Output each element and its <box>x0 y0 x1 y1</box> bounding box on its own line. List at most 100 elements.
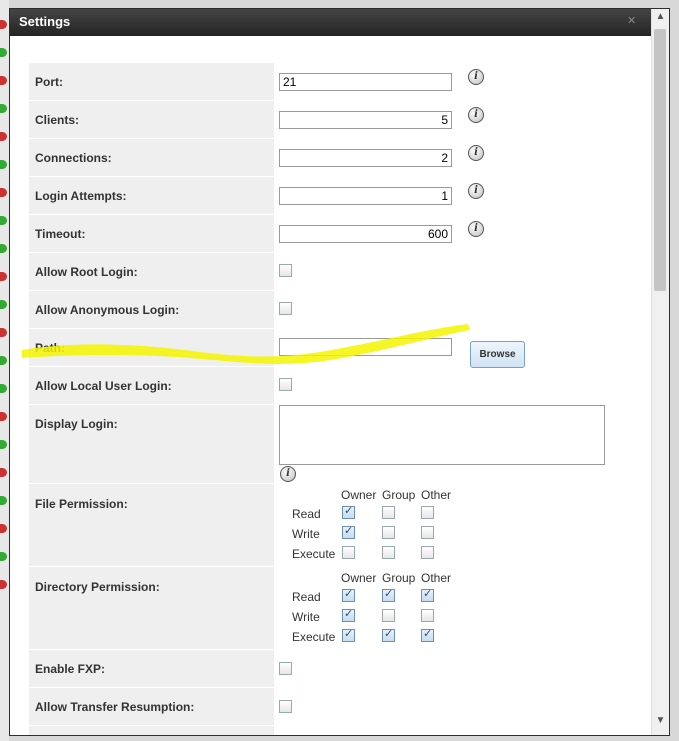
status-dot-icon <box>0 552 7 561</box>
scroll-up-icon[interactable]: ▲ <box>652 11 669 25</box>
status-dot-icon <box>0 20 7 29</box>
status-dot-icon <box>0 356 7 365</box>
file-permission-row: File Permission: <box>29 484 274 567</box>
status-dot-icon <box>0 48 7 57</box>
dir-write-owner-checkbox[interactable] <box>342 607 355 622</box>
status-dot-icon <box>0 328 7 337</box>
allow-transfer-resumption-row: Allow Transfer Resumption: <box>29 688 274 726</box>
dialog-title: Settings <box>19 14 71 29</box>
background-page-strip <box>0 0 9 741</box>
allow-local-user-login-row: Allow Local User Login: <box>29 367 274 405</box>
timeout-row: Timeout: <box>29 215 274 253</box>
file-write-owner-checkbox[interactable] <box>342 524 355 539</box>
enable-fxp-checkbox[interactable] <box>279 662 292 675</box>
dialog-titlebar[interactable]: Settings ✕ <box>10 9 669 36</box>
vertical-scrollbar[interactable]: ▲ ▼ <box>651 9 669 735</box>
path-row: Path: <box>29 329 274 367</box>
file-read-group-checkbox[interactable] <box>382 506 395 519</box>
dir-perm-execute-label: Execute <box>292 630 336 644</box>
allow-local-user-login-checkbox[interactable] <box>279 378 292 391</box>
display-login-label: Display Login: <box>35 417 118 431</box>
status-dot-icon <box>0 468 7 477</box>
status-dot-icon <box>0 104 7 113</box>
dir-execute-other-checkbox[interactable] <box>421 627 434 642</box>
clients-label: Clients: <box>35 113 80 127</box>
file-perm-execute-label: Execute <box>292 547 336 561</box>
login-attempts-input[interactable]: 1 <box>279 187 452 205</box>
allow-anonymous-login-row: Allow Anonymous Login: <box>29 291 274 329</box>
status-dot-icon <box>0 496 7 505</box>
timeout-label: Timeout: <box>35 227 86 241</box>
perm-col-owner: Owner <box>341 571 377 585</box>
status-dot-icon <box>0 300 7 309</box>
enable-fxp-row: Enable FXP: <box>29 650 274 688</box>
timeout-input[interactable]: 600 <box>279 225 452 243</box>
allow-local-user-login-label: Allow Local User Login: <box>35 379 172 393</box>
dir-read-other-checkbox[interactable] <box>421 587 434 602</box>
settings-dialog: Settings ✕ Port: 21 i Clients: 5 i Conne… <box>9 8 670 736</box>
perm-col-group: Group <box>382 488 416 502</box>
file-write-other-checkbox[interactable] <box>421 526 434 539</box>
allow-transfer-resumption-checkbox[interactable] <box>279 700 292 713</box>
status-dot-icon <box>0 440 7 449</box>
perm-col-group: Group <box>382 571 416 585</box>
allow-root-login-label: Allow Root Login: <box>35 265 138 279</box>
dir-perm-read-label: Read <box>292 590 321 604</box>
perm-col-owner: Owner <box>341 488 377 502</box>
status-dot-icon <box>0 412 7 421</box>
file-perm-read-label: Read <box>292 507 321 521</box>
connections-label: Connections: <box>35 151 112 165</box>
allow-anonymous-login-checkbox[interactable] <box>279 302 292 315</box>
dir-execute-owner-checkbox[interactable] <box>342 627 355 642</box>
browse-button[interactable]: Browse <box>470 341 525 368</box>
clients-input[interactable]: 5 <box>279 111 452 129</box>
file-permission-label: File Permission: <box>35 497 128 511</box>
connections-input[interactable]: 2 <box>279 149 452 167</box>
status-dot-icon <box>0 272 7 281</box>
port-label: Port: <box>35 75 63 89</box>
dir-execute-group-checkbox[interactable] <box>382 627 395 642</box>
port-input[interactable]: 21 <box>279 73 452 91</box>
status-dot-icon <box>0 384 7 393</box>
status-dot-icon <box>0 132 7 141</box>
file-read-other-checkbox[interactable] <box>421 506 434 519</box>
info-icon[interactable]: i <box>468 69 484 85</box>
status-dot-icon <box>0 244 7 253</box>
status-dot-icon <box>0 580 7 589</box>
info-icon[interactable]: i <box>468 221 484 237</box>
file-write-group-checkbox[interactable] <box>382 526 395 539</box>
status-dot-icon <box>0 160 7 169</box>
dir-read-owner-checkbox[interactable] <box>342 587 355 602</box>
path-input[interactable] <box>279 338 452 356</box>
directory-permission-row: Directory Permission: <box>29 567 274 650</box>
perm-col-other: Other <box>421 571 452 585</box>
clients-row: Clients: <box>29 101 274 139</box>
file-execute-group-checkbox[interactable] <box>382 546 395 559</box>
directory-permission-label: Directory Permission: <box>35 580 160 594</box>
scroll-down-icon[interactable]: ▼ <box>652 715 669 729</box>
allow-anonymous-login-label: Allow Anonymous Login: <box>35 303 180 317</box>
close-icon[interactable]: ✕ <box>627 14 636 27</box>
file-perm-write-label: Write <box>292 527 320 541</box>
file-execute-owner-checkbox[interactable] <box>342 546 355 559</box>
scroll-thumb[interactable] <box>654 29 666 291</box>
dir-write-group-checkbox[interactable] <box>382 609 395 622</box>
info-icon[interactable]: i <box>280 466 296 482</box>
dir-write-other-checkbox[interactable] <box>421 609 434 622</box>
status-dot-icon <box>0 524 7 533</box>
file-execute-other-checkbox[interactable] <box>421 546 434 559</box>
info-icon[interactable]: i <box>468 107 484 123</box>
perm-col-other: Other <box>421 488 452 502</box>
file-read-owner-checkbox[interactable] <box>342 504 355 519</box>
display-login-row: Display Login: <box>29 405 274 484</box>
connections-row: Connections: <box>29 139 274 177</box>
status-dot-icon <box>0 216 7 225</box>
info-icon[interactable]: i <box>468 145 484 161</box>
display-login-textarea[interactable] <box>279 405 605 465</box>
dir-read-group-checkbox[interactable] <box>382 587 395 602</box>
login-attempts-label: Login Attempts: <box>35 189 127 203</box>
allow-root-login-checkbox[interactable] <box>279 264 292 277</box>
info-icon[interactable]: i <box>468 183 484 199</box>
path-label: Path: <box>35 341 65 355</box>
enable-fxp-label: Enable FXP: <box>35 662 106 676</box>
